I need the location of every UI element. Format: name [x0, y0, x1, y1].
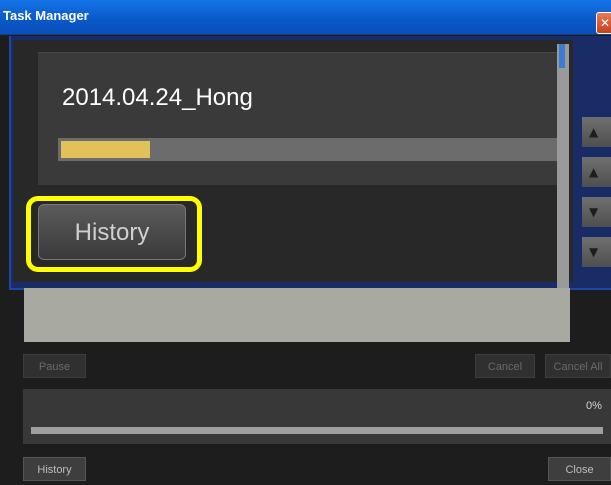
job-list-scrollbar-thumb[interactable]: [559, 44, 565, 68]
overall-progress-percent: 0%: [586, 400, 602, 412]
move-up-icon: ▲: [589, 165, 599, 179]
title-bar: Task Manager ✕: [0, 0, 611, 35]
overall-progress-bar: [31, 427, 603, 434]
window-title: Task Manager: [3, 8, 89, 23]
cancel-button[interactable]: Cancel: [475, 354, 535, 378]
job-name: 2014.04.24_Hong: [62, 84, 253, 111]
move-down-icon: ▼: [589, 205, 599, 219]
job-progress-fill: [61, 141, 150, 158]
move-to-bottom-button[interactable]: ▼: [582, 237, 611, 267]
history-button[interactable]: History: [23, 457, 86, 481]
move-down-button[interactable]: ▼: [582, 197, 611, 227]
overall-progress-panel: [23, 389, 611, 444]
highlight-outline: [26, 196, 202, 272]
move-up-button[interactable]: ▲: [582, 157, 611, 187]
pause-button[interactable]: Pause: [23, 354, 86, 378]
close-window-button[interactable]: ✕: [596, 12, 611, 34]
move-to-top-icon: ▲: [589, 125, 599, 139]
job-list-item[interactable]: [38, 52, 557, 185]
job-list-empty-area: [24, 288, 570, 342]
cancel-all-button[interactable]: Cancel All: [545, 354, 611, 378]
move-to-top-button[interactable]: ▲: [582, 117, 611, 147]
move-to-bottom-icon: ▼: [589, 245, 599, 259]
close-button[interactable]: Close: [548, 457, 611, 481]
